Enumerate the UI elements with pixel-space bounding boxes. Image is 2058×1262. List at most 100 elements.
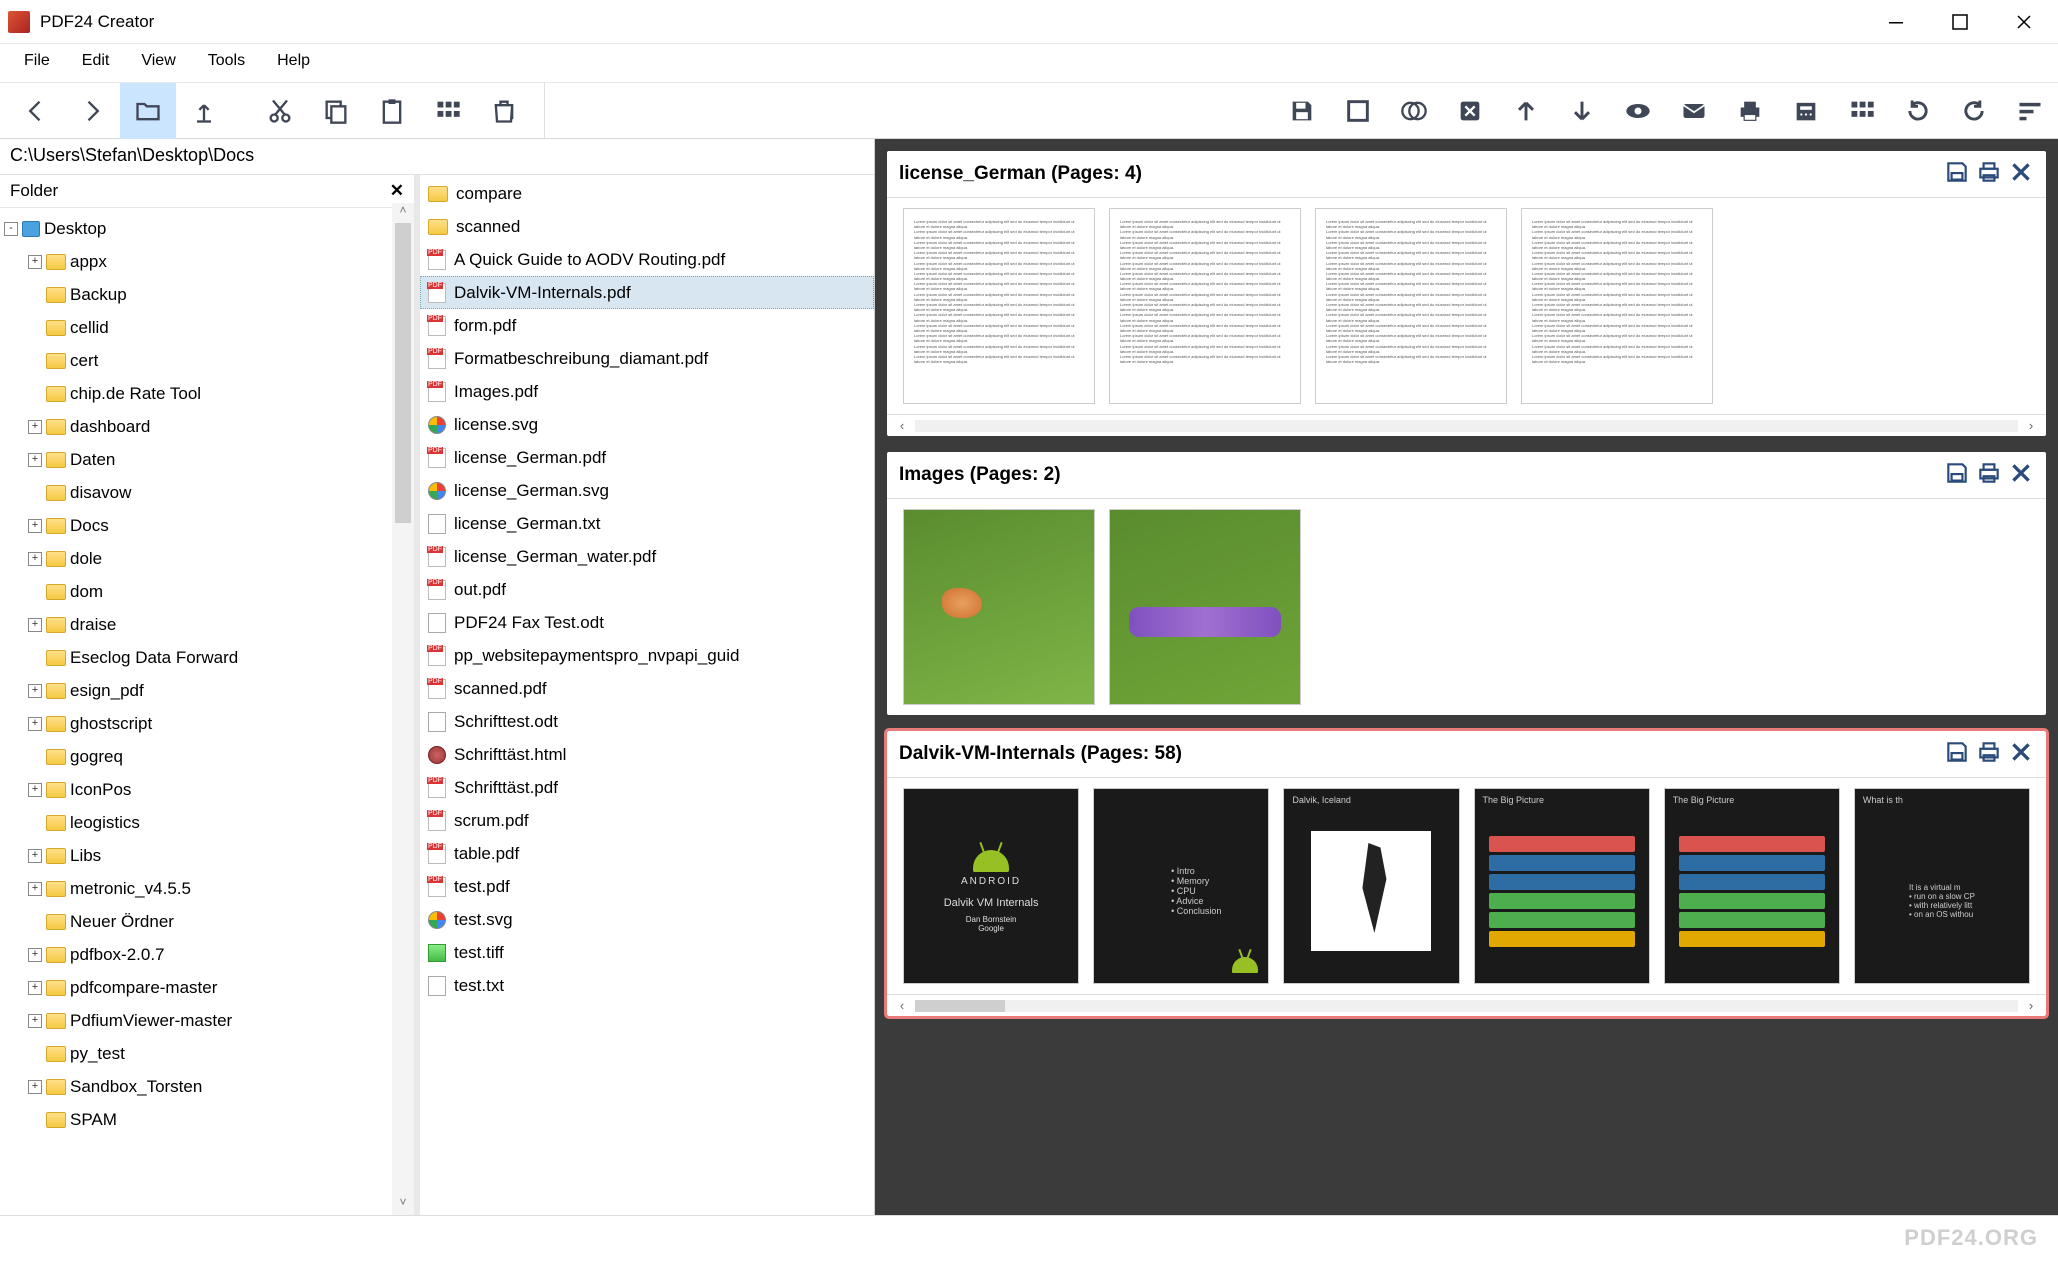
file-item[interactable]: Schrifttest.odt	[420, 705, 874, 738]
tree-item[interactable]: +appx	[4, 245, 414, 278]
doc-save-icon[interactable]	[1944, 460, 1970, 490]
paste-button[interactable]	[364, 83, 420, 139]
file-item[interactable]: scanned	[420, 210, 874, 243]
expander-icon[interactable]: +	[28, 684, 42, 698]
page-thumbnail[interactable]: Dalvik, Iceland	[1283, 788, 1459, 984]
file-item[interactable]: scrum.pdf	[420, 804, 874, 837]
tree-item[interactable]: +PdfiumViewer-master	[4, 1004, 414, 1037]
merge-button[interactable]	[1386, 83, 1442, 139]
doc-print-icon[interactable]	[1976, 159, 2002, 189]
tree-item[interactable]: +pdfcompare-master	[4, 971, 414, 1004]
menu-view[interactable]: View	[141, 52, 175, 70]
expander-icon[interactable]: +	[28, 1014, 42, 1028]
doc-print-icon[interactable]	[1976, 739, 2002, 769]
email-button[interactable]	[1666, 83, 1722, 139]
horizontal-scrollbar[interactable]: ‹›	[887, 414, 2046, 436]
file-item[interactable]: test.tiff	[420, 936, 874, 969]
file-item[interactable]: Formatbeschreibung_diamant.pdf	[420, 342, 874, 375]
fax-button[interactable]	[1778, 83, 1834, 139]
tree-item[interactable]: +dashboard	[4, 410, 414, 443]
file-item[interactable]: compare	[420, 177, 874, 210]
tree-item[interactable]: Backup	[4, 278, 414, 311]
doc-close-icon[interactable]	[2008, 739, 2034, 769]
expander-icon[interactable]: +	[28, 552, 42, 566]
forward-button[interactable]	[64, 83, 120, 139]
tree-item[interactable]: +Libs	[4, 839, 414, 872]
file-item[interactable]: A Quick Guide to AODV Routing.pdf	[420, 243, 874, 276]
tree-item[interactable]: gogreq	[4, 740, 414, 773]
menu-help[interactable]: Help	[277, 52, 310, 70]
tree-item[interactable]: +IconPos	[4, 773, 414, 806]
page-thumbnail[interactable]: The Big Picture	[1664, 788, 1840, 984]
tree-item[interactable]: +esign_pdf	[4, 674, 414, 707]
file-item[interactable]: license_German.txt	[420, 507, 874, 540]
move-up-button[interactable]	[1498, 83, 1554, 139]
delete-button[interactable]	[476, 83, 532, 139]
grid-view-right-button[interactable]	[1834, 83, 1890, 139]
file-list[interactable]: comparescannedA Quick Guide to AODV Rout…	[420, 175, 874, 1004]
page-thumbnail[interactable]: The Big Picture	[1474, 788, 1650, 984]
file-item[interactable]: form.pdf	[420, 309, 874, 342]
file-item[interactable]: license.svg	[420, 408, 874, 441]
file-item[interactable]: PDF24 Fax Test.odt	[420, 606, 874, 639]
expander-icon[interactable]: +	[28, 453, 42, 467]
tree-item[interactable]: +Docs	[4, 509, 414, 542]
page-thumbnail[interactable]: Lorem ipsum dolor sit amet consectetur a…	[1315, 208, 1507, 404]
doc-close-icon[interactable]	[2008, 460, 2034, 490]
document-group[interactable]: Images (Pages: 2)	[887, 452, 2046, 715]
page-thumbnail[interactable]: What is thIt is a virtual m• run on a sl…	[1854, 788, 2030, 984]
file-item[interactable]: test.pdf	[420, 870, 874, 903]
expander-icon[interactable]: +	[28, 717, 42, 731]
path-bar[interactable]: C:\Users\Stefan\Desktop\Docs	[0, 139, 874, 175]
file-item[interactable]: scanned.pdf	[420, 672, 874, 705]
open-folder-button[interactable]	[120, 83, 176, 139]
tree-item[interactable]: cellid	[4, 311, 414, 344]
tree-item[interactable]: +metronic_v4.5.5	[4, 872, 414, 905]
maximize-button[interactable]	[1928, 0, 1992, 44]
sort-button[interactable]	[2002, 83, 2058, 139]
tree-item[interactable]: +draise	[4, 608, 414, 641]
page-thumbnail[interactable]	[1109, 509, 1301, 705]
file-item[interactable]: Images.pdf	[420, 375, 874, 408]
tree-item[interactable]: SPAM	[4, 1103, 414, 1136]
tree-item[interactable]: chip.de Rate Tool	[4, 377, 414, 410]
close-folder-pane-icon[interactable]: ✕	[390, 181, 404, 201]
move-down-button[interactable]	[1554, 83, 1610, 139]
file-item[interactable]: out.pdf	[420, 573, 874, 606]
tree-item[interactable]: +Daten	[4, 443, 414, 476]
menu-tools[interactable]: Tools	[208, 52, 245, 70]
cut-button[interactable]	[252, 83, 308, 139]
page-thumbnail[interactable]: Lorem ipsum dolor sit amet consectetur a…	[1109, 208, 1301, 404]
close-button[interactable]	[1992, 0, 2056, 44]
menu-file[interactable]: File	[24, 52, 50, 70]
print-button[interactable]	[1722, 83, 1778, 139]
file-item[interactable]: license_German.pdf	[420, 441, 874, 474]
tree-item[interactable]: py_test	[4, 1037, 414, 1070]
doc-save-icon[interactable]	[1944, 739, 1970, 769]
tree-item[interactable]: Neuer Ördner	[4, 905, 414, 938]
page-thumbnail[interactable]: Lorem ipsum dolor sit amet consectetur a…	[1521, 208, 1713, 404]
tree-item[interactable]: disavow	[4, 476, 414, 509]
minimize-button[interactable]	[1864, 0, 1928, 44]
expander-icon[interactable]: +	[28, 1080, 42, 1094]
file-item[interactable]: test.txt	[420, 969, 874, 1002]
folder-vertical-scrollbar[interactable]: ˄˅	[392, 203, 414, 1215]
expander-icon[interactable]: +	[28, 981, 42, 995]
doc-close-icon[interactable]	[2008, 159, 2034, 189]
page-thumbnail[interactable]: Lorem ipsum dolor sit amet consectetur a…	[903, 208, 1095, 404]
expander-icon[interactable]: +	[28, 255, 42, 269]
file-item[interactable]: Schrifttäst.html	[420, 738, 874, 771]
new-document-button[interactable]	[1330, 83, 1386, 139]
folder-tree[interactable]: -Desktop+appxBackupcellidcertchip.de Rat…	[0, 208, 414, 1140]
tree-item[interactable]: leogistics	[4, 806, 414, 839]
file-item[interactable]: test.svg	[420, 903, 874, 936]
tree-item[interactable]: +pdfbox-2.0.7	[4, 938, 414, 971]
preview-button[interactable]	[1610, 83, 1666, 139]
document-group[interactable]: license_German (Pages: 4) Lorem ipsum do…	[887, 151, 2046, 436]
grid-view-button[interactable]	[420, 83, 476, 139]
expander-icon[interactable]: -	[4, 222, 18, 236]
horizontal-scrollbar[interactable]: ‹›	[887, 994, 2046, 1016]
expander-icon[interactable]: +	[28, 882, 42, 896]
menu-edit[interactable]: Edit	[82, 52, 110, 70]
file-item[interactable]: Dalvik-VM-Internals.pdf	[420, 276, 874, 309]
